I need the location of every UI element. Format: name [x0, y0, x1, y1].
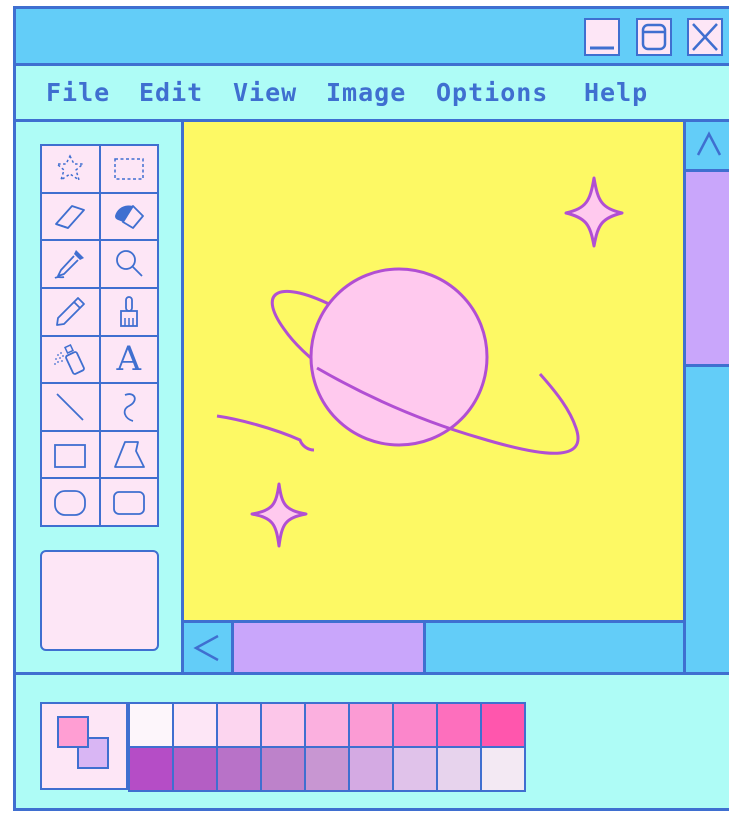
vertical-scrollbar[interactable]	[683, 122, 729, 672]
drawing-canvas[interactable]	[184, 122, 684, 620]
tool-rect-select[interactable]	[100, 146, 157, 192]
rectangle-icon	[54, 443, 87, 468]
tool-polygon[interactable]	[100, 431, 157, 478]
color-swatch[interactable]	[262, 748, 304, 790]
scroll-left-button[interactable]	[184, 623, 234, 672]
tool-rounded-rect[interactable]	[100, 479, 157, 525]
horizontal-scrollbar[interactable]	[184, 620, 683, 672]
menu-view[interactable]: View	[233, 78, 297, 107]
tool-panel: A	[16, 122, 184, 672]
tool-magnifier[interactable]	[100, 241, 157, 287]
chevron-up-icon	[696, 131, 722, 156]
color-swatch[interactable]	[482, 748, 524, 790]
sparkle-star-large	[564, 176, 624, 248]
airbrush-icon	[54, 344, 86, 376]
line-icon	[56, 393, 84, 421]
fill-bucket-icon	[114, 205, 144, 230]
brush-icon	[119, 295, 138, 327]
rounded-rect-icon	[112, 491, 145, 516]
horizontal-scroll-thumb[interactable]	[234, 623, 426, 672]
menu-help[interactable]: Help	[584, 78, 648, 107]
color-swatch[interactable]	[438, 748, 480, 790]
color-swatch[interactable]	[218, 704, 260, 746]
menu-file[interactable]: File	[46, 78, 110, 107]
color-swatch[interactable]	[130, 748, 172, 790]
color-swatch[interactable]	[130, 704, 172, 746]
menu-bar: File Edit View Image Options Help	[16, 66, 729, 122]
color-swatch[interactable]	[306, 704, 348, 746]
minimize-icon	[590, 46, 614, 50]
ellipse-icon	[54, 490, 87, 517]
color-palette	[128, 702, 526, 792]
color-panel	[16, 672, 729, 808]
color-swatch[interactable]	[306, 748, 348, 790]
maximize-button[interactable]	[636, 18, 672, 56]
curve-icon	[123, 393, 136, 422]
tool-curve[interactable]	[100, 384, 157, 430]
color-swatch[interactable]	[174, 748, 216, 790]
color-swatch[interactable]	[350, 704, 392, 746]
tool-pencil[interactable]	[42, 288, 99, 335]
tool-options-box[interactable]	[40, 550, 159, 651]
tool-fill-bucket[interactable]	[100, 193, 157, 240]
rect-select-icon	[114, 158, 144, 180]
sparkle-star-small	[250, 482, 308, 548]
close-button[interactable]	[687, 18, 723, 56]
foreground-color[interactable]	[57, 716, 89, 748]
color-swatch[interactable]	[350, 748, 392, 790]
color-swatch[interactable]	[262, 704, 304, 746]
close-icon	[692, 23, 718, 51]
chevron-left-icon	[193, 634, 219, 662]
paint-window: File Edit View Image Options Help A	[13, 6, 729, 811]
color-swatch[interactable]	[218, 748, 260, 790]
tool-grid: A	[40, 144, 159, 527]
polygon-icon	[113, 440, 145, 468]
title-bar	[16, 9, 729, 66]
color-swatch[interactable]	[394, 748, 436, 790]
color-swatch[interactable]	[394, 704, 436, 746]
menu-image[interactable]: Image	[326, 78, 406, 107]
menu-options[interactable]: Options	[436, 78, 548, 107]
tool-line[interactable]	[42, 384, 99, 430]
menu-edit[interactable]: Edit	[139, 78, 203, 107]
pencil-icon	[56, 296, 86, 326]
tool-text[interactable]: A	[100, 336, 157, 383]
tool-eyedropper[interactable]	[42, 241, 99, 287]
scroll-up-button[interactable]	[686, 122, 729, 172]
vertical-scroll-thumb[interactable]	[686, 172, 729, 367]
current-colors[interactable]	[40, 702, 128, 790]
tool-rectangle[interactable]	[42, 431, 99, 478]
color-swatch[interactable]	[174, 704, 216, 746]
color-swatch[interactable]	[482, 704, 524, 746]
tool-brush[interactable]	[100, 288, 157, 335]
text-icon: A	[116, 339, 142, 380]
eraser-icon	[55, 205, 86, 230]
tool-eraser[interactable]	[42, 193, 99, 240]
tool-airbrush[interactable]	[42, 336, 99, 383]
eyedropper-icon	[54, 250, 85, 279]
magnifier-icon	[115, 250, 143, 277]
minimize-button[interactable]	[584, 18, 620, 56]
maximize-icon	[641, 23, 667, 51]
free-select-icon	[55, 154, 86, 182]
color-swatch[interactable]	[438, 704, 480, 746]
tool-ellipse[interactable]	[42, 479, 99, 525]
tool-free-select[interactable]	[42, 146, 99, 192]
planet-body	[309, 267, 489, 447]
planet-drawing	[216, 176, 624, 548]
